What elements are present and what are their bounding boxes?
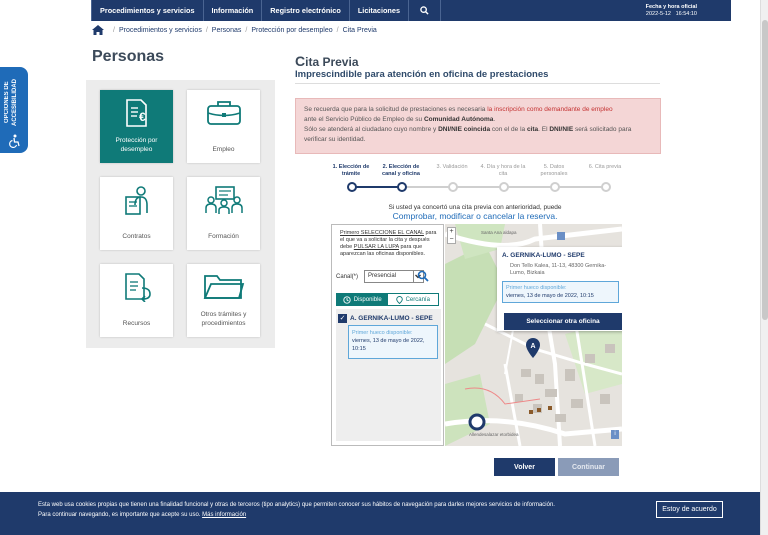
canal-select[interactable]: Presencial	[364, 270, 414, 283]
clock-icon	[343, 295, 351, 304]
tile-label: Recursos	[122, 320, 151, 327]
official-datetime: Fecha y hora oficial 2022-5-12 16:54:10	[646, 4, 731, 18]
popup-title: A. GERNIKA-LUMO - SEPE	[502, 252, 585, 259]
office-map[interactable]: Santa Ana aldapa Allendesalazar etorbide…	[445, 224, 622, 446]
street-label: Santa Ana aldapa	[481, 230, 517, 235]
tile-label: Contratos	[122, 233, 151, 240]
home-icon[interactable]	[92, 25, 104, 35]
datetime-title: Fecha y hora oficial	[645, 3, 697, 10]
svg-text:A: A	[530, 343, 535, 350]
tile-otros-tramites[interactable]: Otros trámites y procedimientos	[187, 264, 260, 337]
nav-informacion[interactable]: Información	[204, 0, 263, 21]
page-scrollbar[interactable]	[760, 0, 768, 535]
map-info-icon[interactable]: i	[611, 430, 619, 439]
tile-label: Formación	[208, 233, 239, 240]
manage-appointment-link[interactable]: Comprobar, modificar o cancelar la reser…	[330, 211, 620, 221]
tile-contratos[interactable]: Contratos	[100, 177, 173, 250]
document-return-icon	[124, 273, 151, 302]
office-finder: Primero SELECCIONE EL CANAL para el que …	[331, 224, 444, 446]
nav-licitaciones[interactable]: Licitaciones	[350, 0, 410, 21]
magnifier-search-icon[interactable]	[417, 270, 429, 282]
top-navigation: Procedimientos y servicios Información R…	[91, 0, 731, 21]
cookie-banner: Esta web usa cookies propias que tienen …	[0, 492, 760, 535]
office-results-list: ✓ A. GERNIKA-LUMO - SEPE Primer hueco di…	[336, 309, 441, 441]
cookie-text: Esta web usa cookies propias que tienen …	[38, 502, 555, 508]
euro-document-icon: €	[125, 99, 147, 127]
tab-disponible[interactable]: Disponible	[337, 294, 388, 305]
nav-procedimientos[interactable]: Procedimientos y servicios	[91, 0, 204, 21]
breadcrumb-proteccion[interactable]: Protección por desempleo	[251, 27, 332, 34]
contract-person-icon	[124, 186, 148, 215]
divider	[295, 83, 660, 84]
step-1-dot	[347, 182, 357, 192]
office-marker[interactable]: A	[525, 338, 541, 358]
step-5-dot	[550, 182, 560, 192]
step-6-dot	[601, 182, 611, 192]
step-4-label: 4. Día y hora de la cita	[480, 164, 526, 177]
wheelchair-icon	[9, 134, 20, 148]
office-name[interactable]: A. GERNIKA-LUMO - SEPE	[350, 315, 433, 322]
category-panel: € Protección por desempleo Empleo Contra…	[86, 80, 275, 348]
tab-cercania[interactable]: Cercanía	[388, 294, 439, 305]
svg-text:€: €	[139, 110, 146, 124]
tile-empleo[interactable]: Empleo	[187, 90, 260, 163]
breadcrumb-cita-previa: Cita Previa	[342, 26, 377, 34]
popup-address: Don Tello Kalea, 11-13, 48300 Gernika-Lu…	[510, 263, 607, 276]
office-popup: A. GERNIKA-LUMO - SEPE Don Tello Kalea, …	[497, 247, 622, 331]
tile-label: Empleo	[212, 146, 235, 153]
cookie-agree-button[interactable]: Estoy de acuerdo	[656, 501, 723, 518]
step-6-label: 6. Cita previa	[588, 164, 622, 170]
tile-formacion[interactable]: Formación	[187, 177, 260, 250]
tile-proteccion-desempleo[interactable]: € Protección por desempleo	[100, 90, 173, 163]
step-1-label: 1. Elección de trámite	[332, 164, 370, 177]
finder-tabs: Disponible Cercanía	[336, 293, 439, 306]
search-icon	[420, 6, 429, 15]
cookie-text-2: Para continuar navegando, es importante …	[38, 512, 247, 518]
map-zoom-control[interactable]: + −	[447, 227, 456, 244]
notice-alert: Se recuerda que para la solicitud de pre…	[295, 98, 661, 154]
progress-steps: 1. Elección de trámite 2. Elección de ca…	[333, 164, 621, 194]
canal-label: Canal(*)	[336, 274, 359, 280]
tile-label: Protección por desempleo	[115, 137, 158, 153]
step-5-label: 5. Datos personales	[540, 164, 568, 177]
select-other-office-button[interactable]: Seleccionar otra oficina	[504, 313, 622, 330]
datetime-time: 16:54:10	[675, 10, 697, 17]
step-3-label: 3. Validación	[436, 164, 468, 170]
back-button[interactable]: Volver	[494, 458, 555, 476]
folder-icon	[203, 275, 244, 299]
accessibility-label: OPCIONES DE ACCESIBILIDAD	[4, 78, 18, 126]
continue-button[interactable]: Continuar	[558, 458, 619, 476]
step-2-label: 2. Elección de canal y oficina	[382, 164, 420, 177]
breadcrumb-procedimientos[interactable]: Procedimientos y servicios	[119, 27, 202, 34]
accessibility-options-tab[interactable]: OPCIONES DE ACCESIBILIDAD	[0, 67, 28, 153]
tile-recursos[interactable]: Recursos	[100, 264, 173, 337]
finder-instructions: Primero SELECCIONE EL CANAL para el que …	[340, 230, 437, 257]
page-subtitle: Imprescindible para atención en oficina …	[295, 69, 549, 80]
training-group-icon	[204, 186, 243, 214]
step-2-dot	[397, 182, 407, 192]
datetime-date: 2022-5-12	[645, 10, 671, 17]
nav-registro-electronico[interactable]: Registro electrónico	[262, 0, 350, 21]
street-label: Allendesalazar etorbidea	[469, 432, 519, 437]
breadcrumb: / Procedimientos y servicios / Personas …	[92, 25, 377, 35]
step-3-dot	[448, 182, 458, 192]
location-pin-icon	[395, 295, 403, 304]
popup-slot-box: Primer hueco disponible: viernes, 13 de …	[502, 281, 619, 303]
cookie-more-info-link[interactable]: Más información	[202, 512, 246, 518]
office-checkbox[interactable]: ✓	[338, 314, 347, 323]
page-title: Cita Previa	[295, 53, 359, 69]
step-4-dot	[499, 182, 509, 192]
tile-label: Otros trámites y procedimientos	[200, 311, 247, 327]
briefcase-icon	[206, 101, 241, 125]
section-title: Personas	[92, 48, 165, 65]
nav-search-button[interactable]	[409, 0, 442, 21]
step-connector	[356, 186, 402, 188]
first-slot-box: Primer hueco disponible: viernes, 13 de …	[348, 325, 438, 359]
breadcrumb-personas[interactable]: Personas	[212, 27, 242, 34]
